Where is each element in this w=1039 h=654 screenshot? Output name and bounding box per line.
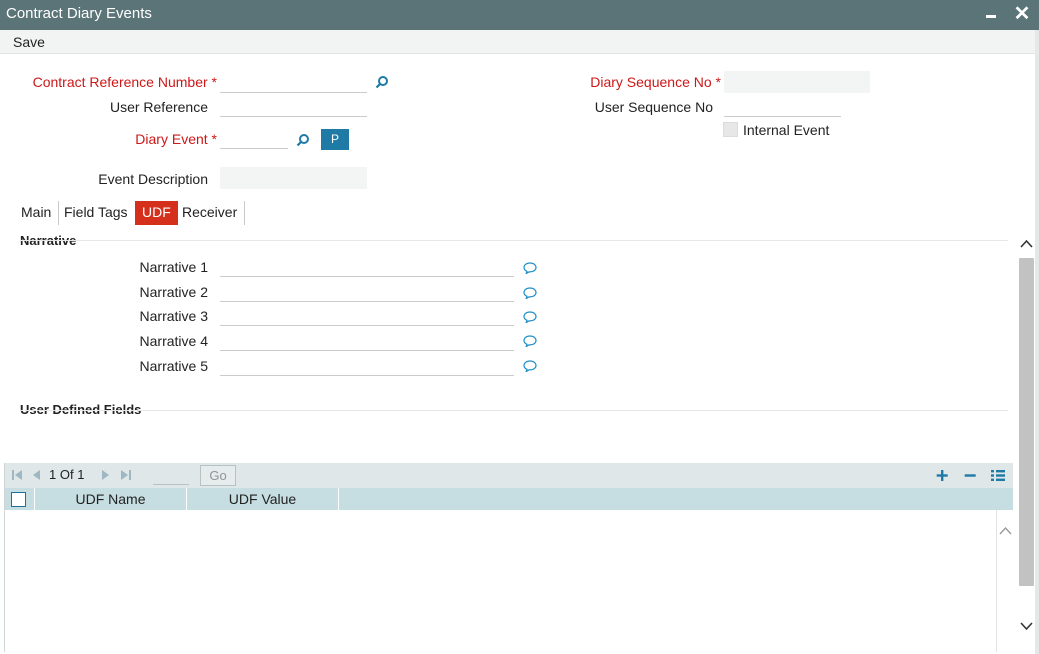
narrative-1-field[interactable] <box>220 255 514 277</box>
user-seq-field[interactable] <box>724 95 841 117</box>
header-checkbox-cell <box>5 488 35 510</box>
user-ref-label: User Reference <box>109 99 208 115</box>
page-number-input[interactable] <box>153 466 189 485</box>
total-pages: 1 <box>77 467 85 482</box>
internal-event-label: Internal Event <box>743 122 830 138</box>
column-header-udf-name[interactable]: UDF Name <box>35 488 187 510</box>
narrative-3-comment-icon[interactable] <box>523 311 537 323</box>
diary-event-field[interactable] <box>220 127 288 149</box>
tab-udf[interactable]: UDF <box>135 201 178 225</box>
narrative-2-field[interactable] <box>220 280 514 302</box>
window-title: Contract Diary Events <box>6 5 152 22</box>
user-seq-label: User Sequence No <box>594 99 713 115</box>
save-button[interactable]: Save <box>13 34 45 50</box>
diary-seq-field[interactable] <box>724 71 870 93</box>
udf-grid: 1 Of 1 Go UDF Name UDF Value <box>4 463 1013 652</box>
contract-ref-search-icon[interactable] <box>375 75 389 89</box>
main-scrollbar[interactable] <box>1017 224 1035 642</box>
page-indicator: 1 Of 1 <box>49 467 84 482</box>
of-label: Of <box>59 467 74 482</box>
diary-event-search-icon[interactable] <box>296 133 310 147</box>
grid-pager: 1 Of 1 Go <box>5 463 1013 488</box>
diary-seq-label: Diary Sequence No * <box>560 74 721 90</box>
scroll-up-icon[interactable] <box>1019 236 1034 252</box>
prev-page-icon[interactable] <box>29 468 43 482</box>
udf-divider <box>20 410 1008 411</box>
narrative-3-field[interactable] <box>220 304 514 326</box>
narrative-1-label: Narrative 1 <box>139 259 208 275</box>
current-page: 1 <box>49 467 57 482</box>
contract-ref-label-text: Contract Reference Number <box>32 74 208 90</box>
narrative-2-label: Narrative 2 <box>139 284 208 300</box>
minimize-icon[interactable] <box>982 4 1000 24</box>
narrative-3-label: Narrative 3 <box>139 308 208 324</box>
event-desc-field[interactable] <box>220 167 367 189</box>
required-marker: * <box>715 74 721 90</box>
narrative-divider <box>20 240 1008 241</box>
narrative-4-field[interactable] <box>220 329 514 351</box>
column-header-udf-value[interactable]: UDF Value <box>187 488 339 510</box>
grid-header: UDF Name UDF Value <box>5 488 1013 510</box>
window-right-edge <box>1035 30 1039 654</box>
narrative-5-label: Narrative 5 <box>139 358 208 374</box>
narrative-5-field[interactable] <box>220 354 514 376</box>
first-page-icon[interactable] <box>10 468 24 482</box>
narrative-4-label: Narrative 4 <box>139 333 208 349</box>
go-button[interactable]: Go <box>200 465 236 486</box>
narrative-4-comment-icon[interactable] <box>523 335 537 347</box>
tab-receiver[interactable]: Receiver <box>175 201 246 225</box>
add-row-icon[interactable] <box>934 466 950 484</box>
narrative-5-comment-icon[interactable] <box>523 360 537 372</box>
p-button[interactable]: P <box>321 129 349 150</box>
narrative-2-comment-icon[interactable] <box>523 287 537 299</box>
required-marker: * <box>211 74 217 90</box>
event-desc-label: Event Description <box>98 171 208 187</box>
toolbar: Save <box>0 30 1035 54</box>
required-marker: * <box>211 131 217 147</box>
diary-event-label: Diary Event * <box>30 131 217 147</box>
tab-main[interactable]: Main <box>14 201 60 225</box>
last-page-icon[interactable] <box>119 468 133 482</box>
diary-event-label-text: Diary Event <box>135 131 208 147</box>
grid-scrollbar[interactable] <box>996 510 1013 652</box>
tab-field-tags[interactable]: Field Tags <box>57 201 136 225</box>
single-view-icon[interactable] <box>990 466 1006 484</box>
internal-event-checkbox[interactable] <box>723 122 738 137</box>
narrative-1-comment-icon[interactable] <box>523 262 537 274</box>
scroll-down-icon[interactable] <box>1019 618 1034 634</box>
grid-scroll-up-icon[interactable] <box>998 524 1013 538</box>
scrollbar-thumb[interactable] <box>1019 258 1034 586</box>
contract-ref-label: Contract Reference Number * <box>30 74 217 90</box>
contract-ref-field[interactable] <box>220 71 367 93</box>
window-titlebar: Contract Diary Events ✕ <box>0 0 1039 30</box>
delete-row-icon[interactable] <box>962 466 978 484</box>
close-icon[interactable]: ✕ <box>1012 3 1032 25</box>
next-page-icon[interactable] <box>99 468 113 482</box>
diary-seq-label-text: Diary Sequence No <box>590 74 712 90</box>
user-ref-field[interactable] <box>220 95 367 117</box>
